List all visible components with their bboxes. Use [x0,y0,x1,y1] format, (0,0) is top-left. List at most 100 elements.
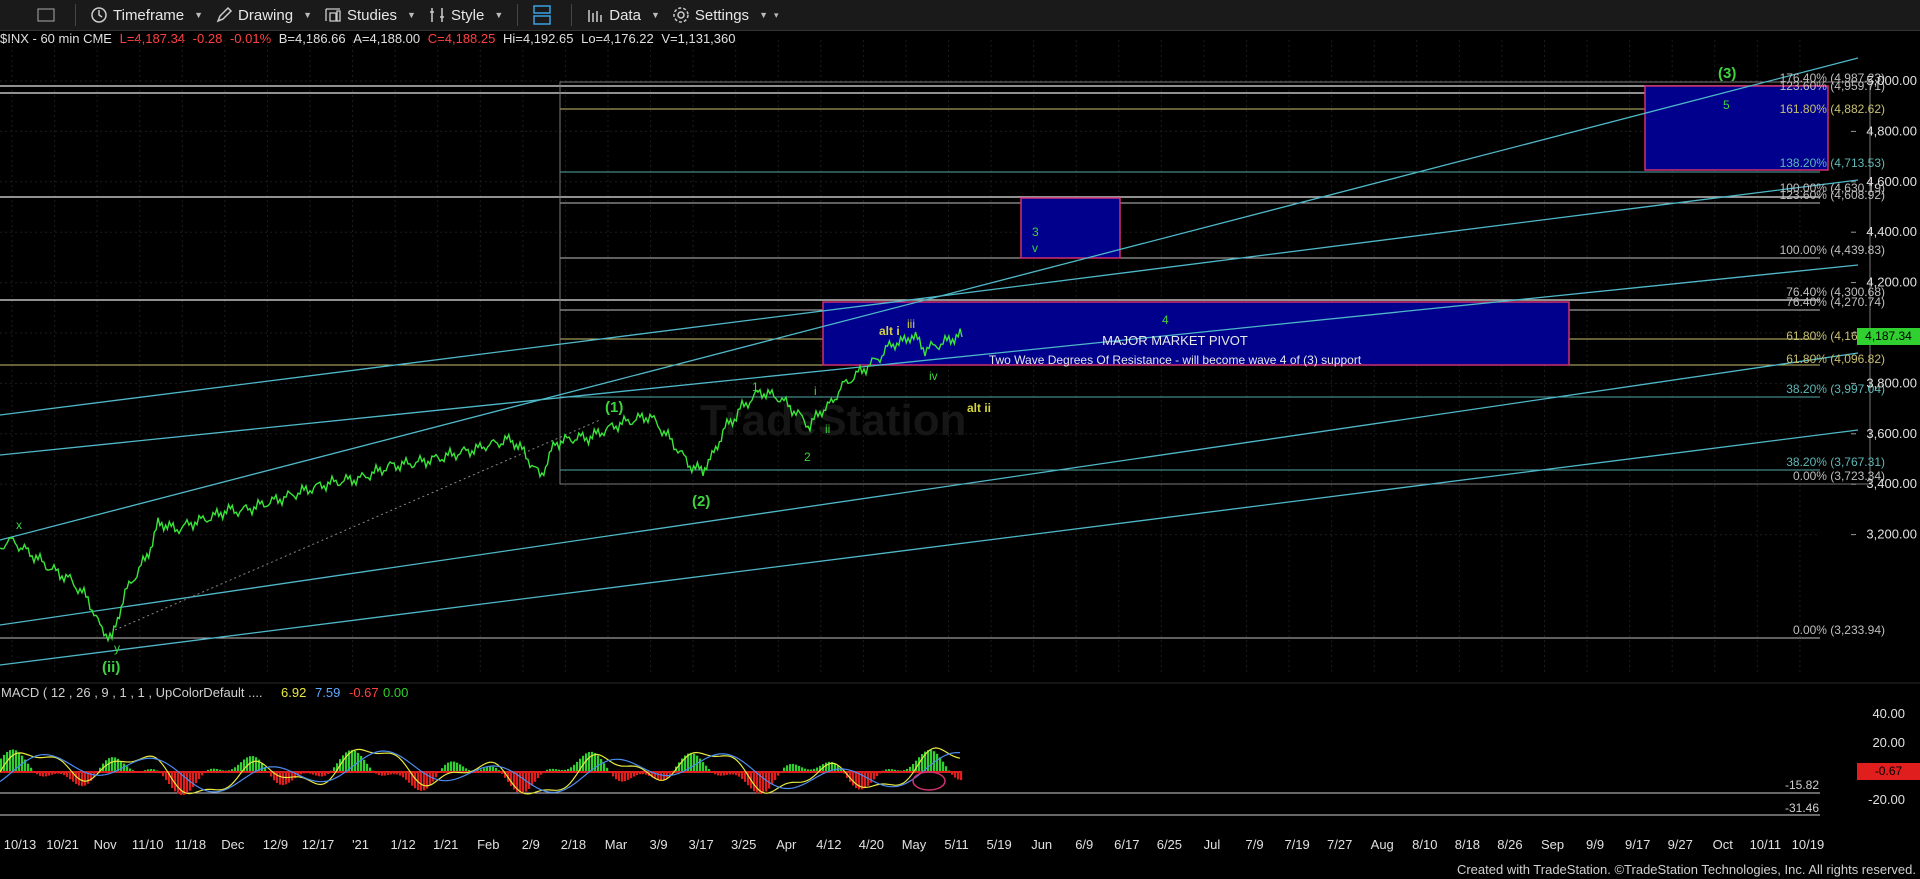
last-price-badge: 4,187.34 [1857,328,1920,345]
time-tick-label: 6/9 [1075,837,1093,852]
time-tick-label: 3/9 [650,837,668,852]
fib-label: 61.80% (4,096.82) [1786,352,1885,366]
wave-label-alt-i: alt i [879,324,900,338]
time-tick-label: Feb [477,837,499,852]
time-tick-label: 1/12 [390,837,415,852]
macd-levels [0,792,1820,816]
macd-tick-label: -20.00 [1868,792,1905,807]
price-tick-label: 4,200.00 [1866,275,1917,290]
wave-label-y: y [114,641,120,655]
time-tick-label: 9/27 [1668,837,1693,852]
time-tick-label: 4/12 [816,837,841,852]
macd-highlight-ellipse [912,771,946,791]
macd-value-4: 0.00 [383,685,408,700]
time-tick-label: 7/19 [1284,837,1309,852]
time-tick-label: May [902,837,927,852]
wave-label-iii: iii [907,317,915,331]
time-axis[interactable]: 10/13 10/21 Nov 11/10 11/18 Dec 12/9 12/17 '21 1/… [4,837,1824,852]
time-tick-label: 3/17 [688,837,713,852]
wave-label-x: x [16,518,22,532]
fib-label: 161.80% (4,882.62) [1780,102,1885,116]
wave-label-ii: ii [825,422,830,436]
wave-label-1: 1 [752,380,759,394]
time-tick-label: 1/21 [433,837,458,852]
time-tick-label: 11/10 [132,837,164,852]
time-tick-label: 11/18 [174,837,206,852]
time-tick-label: 6/17 [1114,837,1139,852]
fib-label: 76.40% (4,270.74) [1786,295,1885,309]
time-tick-label: 9/17 [1625,837,1650,852]
macd-tick-label: 20.00 [1872,735,1905,750]
time-tick-label: 10/21 [46,837,79,852]
price-tick-label: 4,400.00 [1866,224,1917,239]
wave-label-5: 5 [1723,98,1730,112]
price-tick-label: 3,200.00 [1866,527,1917,542]
watermark: TradeStation [700,396,967,445]
fib-label: 100.00% (4,439.83) [1780,243,1885,257]
time-tick-label: Apr [776,837,797,852]
wave-label-i: i [814,384,817,398]
pivot-title: MAJOR MARKET PIVOT [1102,333,1248,348]
time-tick-label: Oct [1713,837,1734,852]
wave-label-4: 4 [1162,313,1169,327]
time-tick-label: 4/20 [859,837,884,852]
fib-label: 0.00% (3,233.94) [1793,623,1885,637]
time-tick-label: Nov [94,837,118,852]
fib-label: 138.20% (4,713.53) [1780,156,1885,170]
wave-label-2: 2 [804,450,811,464]
time-tick-label: 10/11 [1750,837,1782,852]
time-tick-label: 8/26 [1497,837,1522,852]
macd-value-2: 7.59 [315,685,340,700]
time-tick-label: Aug [1371,837,1394,852]
macd-axis[interactable]: 40.00 20.00 -20.00 [1868,706,1905,807]
time-tick-label: 8/18 [1455,837,1480,852]
time-tick-label: 7/9 [1245,837,1263,852]
time-tick-label: 2/18 [561,837,586,852]
time-tick-label: Mar [605,837,628,852]
wave-label-big1: (1) [605,399,623,416]
wave-label-bigii: (ii) [102,659,120,676]
price-tick-label: 5,000.00 [1866,73,1917,88]
time-tick-label: 10/13 [4,837,37,852]
wave-label-big3: (3) [1718,65,1736,82]
time-tick-label: 2/9 [522,837,540,852]
macd-value-badge: -0.67 [1857,763,1920,780]
macd-value-3: -0.67 [349,685,379,700]
time-tick-label: Jul [1204,837,1221,852]
time-tick-label: 8/10 [1412,837,1437,852]
time-tick-label: 6/25 [1157,837,1182,852]
time-tick-label: 7/27 [1327,837,1352,852]
macd-label: MACD ( 12 , 26 , 9 , 1 , 1 , UpColorDefa… [1,685,263,700]
price-tick-label: 3,800.00 [1866,375,1917,390]
price-tick-label: 4,800.00 [1866,123,1917,138]
wave-label-v: v [1032,241,1038,255]
time-tick-label: 12/17 [302,837,335,852]
macd-value-1: 6.92 [281,685,306,700]
price-tick-label: 4,600.00 [1866,174,1917,189]
price-tick-label: 3,400.00 [1866,476,1917,491]
fib-label: 123.60% (4,608.92) [1780,188,1885,202]
fib-label: 38.20% (3,767.31) [1786,455,1885,469]
price-tick-label: 3,600.00 [1866,426,1917,441]
time-tick-label: Dec [221,837,245,852]
time-tick-label: 10/19 [1792,837,1825,852]
macd-tick-label: 40.00 [1872,706,1905,721]
fib-labels: 176.40% (4,987.23)123.60% (4,959.71)161.… [1780,71,1885,637]
time-tick-label: 5/19 [986,837,1011,852]
time-tick-label: 5/11 [944,837,968,852]
wave-label-alt-ii: alt ii [967,401,991,415]
credit-text: Created with TradeStation. ©TradeStation… [1456,862,1916,877]
price-chart[interactable]: TradeStation 176.40% (4,987.23)123.60% (… [0,0,1920,879]
time-tick-label: Jun [1031,837,1052,852]
time-tick-label: Sep [1541,837,1564,852]
wave-label-3: 3 [1032,225,1039,239]
pivot-subtitle: Two Wave Degrees Of Resistance - will be… [989,353,1362,367]
wave-label-big2: (2) [692,493,710,510]
macd-level-2-label: -31.46 [1785,801,1819,815]
macd-level-1-label: -15.82 [1785,778,1819,792]
time-tick-label: 9/9 [1586,837,1604,852]
wave-label-iv: iv [929,369,938,383]
time-tick-label: 3/25 [731,837,756,852]
time-tick-label: '21 [352,837,369,852]
time-tick-label: 12/9 [263,837,288,852]
